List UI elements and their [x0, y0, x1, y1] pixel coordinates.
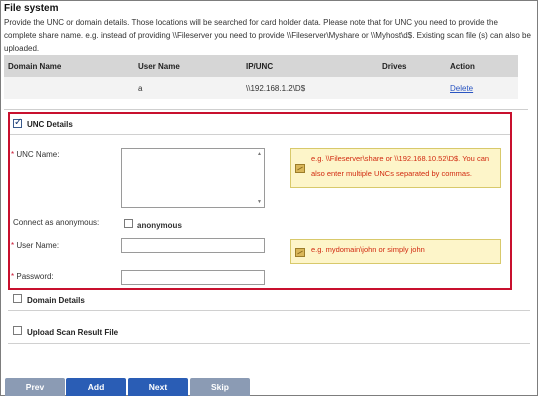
upload-scan-label: Upload Scan Result File — [27, 328, 119, 337]
unc-details-section: UNC Details * UNC Name: ▲ ▼ e.g. \\Files… — [8, 112, 512, 290]
anonymous-checkbox[interactable] — [124, 219, 133, 228]
page-title: File system — [4, 3, 59, 14]
upload-scan-checkbox[interactable] — [13, 326, 22, 335]
edit-note-icon — [295, 164, 305, 173]
user-name-label: * User Name: — [11, 241, 59, 250]
header-drives: Drives — [382, 62, 407, 71]
username-hint-text: e.g. mydomain\john or simply john — [311, 245, 425, 254]
anonymous-label: Connect as anonymous: — [13, 218, 100, 227]
divider — [4, 109, 528, 110]
header-action: Action — [450, 62, 475, 71]
unc-details-checkbox[interactable] — [13, 117, 22, 128]
row-user: a — [138, 84, 143, 93]
header-ip-unc: IP/UNC — [246, 62, 274, 71]
password-input[interactable] — [121, 270, 265, 285]
edit-note-icon — [295, 248, 305, 257]
locations-table: Domain Name User Name IP/UNC Drives Acti… — [4, 55, 518, 99]
required-marker: * — [11, 272, 15, 281]
unc-name-textarea[interactable]: ▲ ▼ — [121, 148, 265, 208]
next-button[interactable]: Next — [128, 378, 188, 396]
table-row: a \\192.168.1.2\D$ Delete — [4, 77, 518, 99]
unc-name-label-text: UNC Name: — [16, 150, 60, 159]
skip-button[interactable]: Skip — [190, 378, 250, 396]
domain-details-checkbox[interactable] — [13, 294, 22, 303]
page-description: Provide the UNC or domain details. Those… — [4, 18, 531, 53]
header-domain-name: Domain Name — [8, 62, 62, 71]
user-name-input[interactable] — [121, 238, 265, 253]
button-bar: Prev Add Next Skip — [0, 378, 538, 396]
prev-button[interactable]: Prev — [5, 378, 65, 396]
scroll-up-icon[interactable]: ▲ — [257, 151, 262, 157]
table-header: Domain Name User Name IP/UNC Drives Acti… — [4, 55, 518, 77]
unc-name-label: * UNC Name: — [11, 150, 59, 159]
anonymous-checkbox-label: anonymous — [137, 221, 182, 230]
section-divider — [8, 343, 530, 344]
row-unc: \\192.168.1.2\D$ — [246, 84, 306, 93]
required-marker: * — [11, 241, 15, 250]
domain-details-label: Domain Details — [27, 296, 85, 305]
unc-hint-text: e.g. \\Fileserver\share or \\192.168.10.… — [311, 154, 490, 178]
section-divider — [10, 134, 510, 135]
user-name-label-text: User Name: — [16, 241, 60, 250]
password-label-text: Password: — [16, 272, 54, 281]
scroll-down-icon[interactable]: ▼ — [257, 199, 262, 205]
header-user-name: User Name — [138, 62, 180, 71]
delete-link[interactable]: Delete — [450, 84, 473, 93]
password-label: * Password: — [11, 272, 54, 281]
unc-hint-box: e.g. \\Fileserver\share or \\192.168.10.… — [290, 148, 501, 188]
add-button[interactable]: Add — [66, 378, 126, 396]
username-hint-box: e.g. mydomain\john or simply john — [290, 239, 501, 264]
section-divider — [8, 310, 530, 311]
unc-details-label: UNC Details — [27, 120, 73, 129]
required-marker: * — [11, 150, 15, 159]
